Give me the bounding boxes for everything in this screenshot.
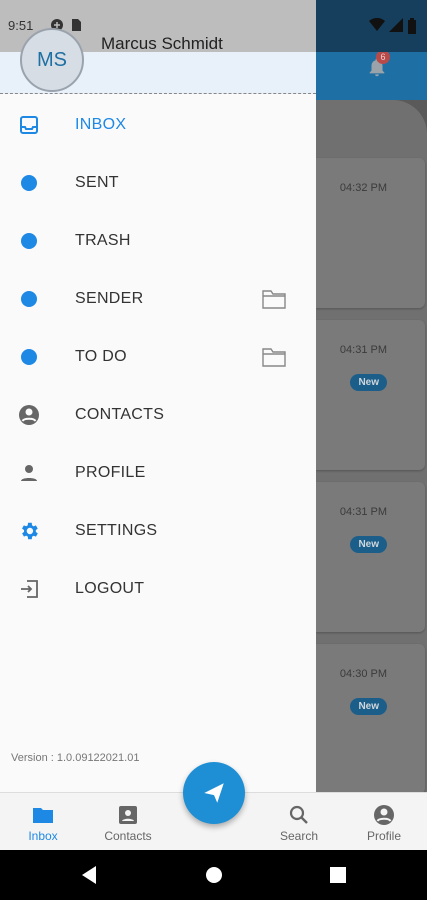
- battery-icon: [408, 18, 416, 34]
- nav-inbox[interactable]: Inbox: [13, 799, 73, 843]
- menu-item-todo[interactable]: TO DO: [0, 328, 316, 386]
- menu-item-settings[interactable]: SETTINGS: [0, 502, 316, 560]
- message-time: 04:30 PM: [339, 668, 387, 680]
- menu-label: TRASH: [75, 232, 131, 249]
- notification-badge: 6: [376, 50, 390, 64]
- account-circle-icon: [374, 805, 394, 825]
- version-text: Version : 1.0.09122021.01: [11, 752, 140, 764]
- nav-label: Search: [279, 829, 319, 843]
- nav-label: Contacts: [104, 829, 152, 843]
- new-badge: New: [350, 698, 387, 715]
- nav-contacts[interactable]: Contacts: [98, 799, 158, 843]
- avatar[interactable]: MS: [20, 28, 84, 92]
- menu-item-sent[interactable]: SENT: [0, 154, 316, 212]
- back-icon[interactable]: [80, 865, 98, 885]
- contacts-icon: [119, 806, 137, 824]
- dot-icon: [21, 349, 37, 365]
- drawer-header: MS Marcus Schmidt: [0, 28, 316, 94]
- navigation-drawer: MS Marcus Schmidt INBOX SENT TRASH SENDE…: [0, 28, 316, 792]
- menu-label: SENDER: [75, 290, 144, 307]
- folder-icon[interactable]: [261, 346, 287, 368]
- folder-icon[interactable]: [261, 288, 287, 310]
- status-time: 9:51: [8, 18, 34, 33]
- inbox-icon: [18, 114, 40, 136]
- drawer-menu: INBOX SENT TRASH SENDER TO DO CONTACTS P…: [0, 96, 316, 618]
- sd-card-icon: [72, 19, 81, 31]
- system-nav-bar: [0, 850, 427, 900]
- menu-item-sender[interactable]: SENDER: [0, 270, 316, 328]
- gear-icon: [18, 520, 40, 542]
- recents-icon[interactable]: [329, 865, 347, 885]
- message-card[interactable]: 04:30 PM New: [316, 644, 425, 794]
- folder-icon: [33, 808, 53, 823]
- message-time: 04:32 PM: [339, 182, 387, 194]
- account-circle-icon: [18, 404, 40, 426]
- menu-label: CONTACTS: [75, 406, 165, 423]
- menu-label: TO DO: [75, 348, 127, 365]
- message-card[interactable]: 04:31 PM New: [316, 320, 425, 470]
- menu-item-profile[interactable]: PROFILE: [0, 444, 316, 502]
- search-icon: [289, 805, 308, 824]
- home-icon[interactable]: [205, 865, 223, 885]
- menu-item-trash[interactable]: TRASH: [0, 212, 316, 270]
- menu-item-contacts[interactable]: CONTACTS: [0, 386, 316, 444]
- dot-icon: [21, 233, 37, 249]
- message-card[interactable]: 04:31 PM New: [316, 482, 425, 632]
- nav-label: Profile: [366, 829, 401, 843]
- message-card[interactable]: 04:32 PM: [316, 158, 425, 308]
- user-name: Marcus Schmidt: [101, 34, 223, 53]
- send-icon: [204, 783, 224, 803]
- menu-label: SENT: [75, 174, 119, 191]
- message-time: 04:31 PM: [339, 506, 387, 518]
- person-icon: [18, 462, 40, 484]
- nav-label: Inbox: [28, 829, 58, 843]
- menu-label: INBOX: [75, 116, 127, 133]
- menu-item-inbox[interactable]: INBOX: [0, 96, 316, 154]
- menu-label: SETTINGS: [75, 522, 158, 539]
- logout-icon: [18, 578, 40, 600]
- signal-icon: [389, 18, 403, 32]
- menu-item-logout[interactable]: LOGOUT: [0, 560, 316, 618]
- menu-label: LOGOUT: [75, 580, 145, 597]
- dot-icon: [21, 175, 37, 191]
- new-badge: New: [350, 536, 387, 553]
- nav-search[interactable]: Search: [269, 799, 329, 843]
- message-time: 04:31 PM: [339, 344, 387, 356]
- nav-profile[interactable]: Profile: [354, 799, 414, 843]
- new-badge: New: [350, 374, 387, 391]
- menu-label: PROFILE: [75, 464, 146, 481]
- dot-icon: [21, 291, 37, 307]
- wifi-icon: [369, 18, 385, 31]
- compose-button[interactable]: [183, 762, 245, 824]
